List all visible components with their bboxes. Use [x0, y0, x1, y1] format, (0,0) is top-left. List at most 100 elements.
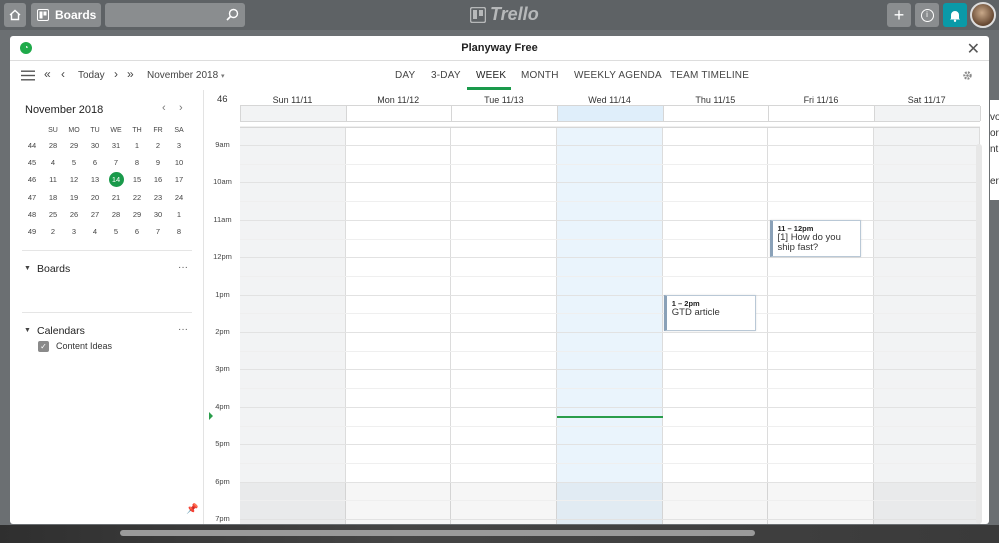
mini-calendar-day[interactable]: 8: [127, 158, 147, 167]
mini-calendar-day[interactable]: 1: [127, 141, 147, 150]
board-item-content-ideas[interactable]: Content Ideas: [56, 341, 112, 351]
mini-calendar-day[interactable]: 4: [43, 158, 63, 167]
day-header[interactable]: Sat 11/17: [874, 95, 979, 105]
day-column[interactable]: [346, 128, 452, 524]
all-day-cell[interactable]: [875, 106, 981, 121]
day-header[interactable]: Wed 11/14: [557, 95, 662, 105]
prev-icon[interactable]: ‹: [61, 67, 65, 81]
boards-menu-icon[interactable]: ···: [178, 262, 188, 273]
calendar-event[interactable]: 11 – 12pm [1] How do you ship fast?: [769, 220, 862, 257]
calendars-menu-icon[interactable]: ···: [178, 324, 188, 335]
mini-calendar-day[interactable]: 8: [169, 227, 189, 236]
next-icon[interactable]: ›: [114, 67, 118, 81]
day-column[interactable]: [451, 128, 558, 524]
mini-calendar-day[interactable]: 23: [148, 193, 168, 202]
mini-calendar-day[interactable]: 2: [43, 227, 63, 236]
week-number[interactable]: 45: [22, 158, 42, 167]
mini-calendar-day[interactable]: 19: [64, 193, 84, 202]
prev-prev-icon[interactable]: «: [44, 67, 51, 81]
all-day-cell[interactable]: [241, 106, 347, 121]
week-number[interactable]: 48: [22, 210, 42, 219]
week-number[interactable]: 49: [22, 227, 42, 236]
vertical-scrollbar[interactable]: [976, 144, 982, 524]
mini-calendar-day[interactable]: 28: [106, 210, 126, 219]
menu-icon[interactable]: [21, 70, 35, 81]
avatar[interactable]: [970, 2, 996, 28]
mini-calendar-day[interactable]: 26: [64, 210, 84, 219]
mini-prev-icon[interactable]: ‹: [162, 102, 166, 114]
all-day-row[interactable]: [240, 105, 981, 122]
week-number[interactable]: 47: [22, 193, 42, 202]
mini-calendar-day[interactable]: 9: [148, 158, 168, 167]
mini-calendar-day[interactable]: 30: [148, 210, 168, 219]
month-select[interactable]: November 2018 ▾: [147, 70, 224, 81]
day-header[interactable]: Mon 11/12: [346, 95, 451, 105]
horizontal-scrollbar[interactable]: [120, 530, 755, 536]
tab-team-timeline[interactable]: TEAM TIMELINE: [670, 70, 749, 81]
mini-calendar-day[interactable]: 13: [85, 175, 105, 184]
all-day-cell[interactable]: [558, 106, 664, 121]
calendars-section-title[interactable]: Calendars: [37, 325, 85, 337]
home-button[interactable]: [4, 3, 26, 27]
mini-calendar-day[interactable]: 17: [169, 175, 189, 184]
boards-section-title[interactable]: Boards: [37, 263, 70, 275]
mini-calendar-day[interactable]: 29: [127, 210, 147, 219]
day-column[interactable]: [557, 128, 663, 524]
mini-calendar-day[interactable]: 14: [106, 175, 126, 184]
mini-calendar-day[interactable]: 3: [64, 227, 84, 236]
checkbox-icon[interactable]: ✓: [38, 341, 49, 352]
mini-calendar-day[interactable]: 6: [85, 158, 105, 167]
close-icon[interactable]: ✕: [967, 39, 980, 59]
day-header[interactable]: Sun 11/11: [240, 95, 345, 105]
add-button[interactable]: +: [887, 3, 911, 27]
day-column[interactable]: [240, 128, 346, 524]
mini-calendar-day[interactable]: 20: [85, 193, 105, 202]
mini-calendar-day[interactable]: 12: [64, 175, 84, 184]
gear-icon[interactable]: [962, 70, 973, 81]
tab-3-day[interactable]: 3-DAY: [431, 70, 461, 81]
mini-calendar-day[interactable]: 15: [127, 175, 147, 184]
mini-calendar-day[interactable]: 11: [43, 175, 63, 184]
mini-calendar-day[interactable]: 7: [106, 158, 126, 167]
next-next-icon[interactable]: »: [127, 67, 134, 81]
all-day-cell[interactable]: [770, 106, 876, 121]
mini-calendar-day[interactable]: 18: [43, 193, 63, 202]
day-header[interactable]: Thu 11/15: [663, 95, 768, 105]
caret-down-icon[interactable]: ▼: [24, 327, 31, 334]
mini-calendar-day[interactable]: 2: [148, 141, 168, 150]
week-number[interactable]: 46: [22, 175, 42, 184]
all-day-cell[interactable]: [452, 106, 559, 121]
mini-calendar-day[interactable]: 5: [106, 227, 126, 236]
mini-calendar-day[interactable]: 3: [169, 141, 189, 150]
mini-next-icon[interactable]: ›: [179, 102, 183, 114]
mini-calendar-day[interactable]: 5: [64, 158, 84, 167]
day-header[interactable]: Fri 11/16: [769, 95, 874, 105]
caret-down-icon[interactable]: ▼: [24, 265, 31, 272]
mini-calendar-day[interactable]: 6: [127, 227, 147, 236]
day-header[interactable]: Tue 11/13: [451, 95, 556, 105]
all-day-cell[interactable]: [347, 106, 453, 121]
boards-button[interactable]: Boards: [31, 3, 101, 27]
day-column[interactable]: [874, 128, 980, 524]
mini-calendar-day[interactable]: 31: [106, 141, 126, 150]
tab-month[interactable]: MONTH: [521, 70, 559, 81]
mini-calendar-day[interactable]: 16: [148, 175, 168, 184]
day-column[interactable]: [769, 128, 875, 524]
calendar-event[interactable]: 1 – 2pm GTD article: [663, 295, 756, 332]
all-day-cell[interactable]: [664, 106, 770, 121]
mini-calendar-day[interactable]: 28: [43, 141, 63, 150]
info-button[interactable]: i: [915, 3, 939, 27]
tab-week[interactable]: WEEK: [476, 70, 506, 81]
tab-weekly-agenda[interactable]: WEEKLY AGENDA: [574, 70, 662, 81]
mini-calendar-day[interactable]: 7: [148, 227, 168, 236]
mini-calendar-day[interactable]: 21: [106, 193, 126, 202]
mini-calendar-day[interactable]: 22: [127, 193, 147, 202]
pin-icon[interactable]: 📌: [186, 504, 198, 515]
today-button[interactable]: Today: [78, 70, 105, 81]
mini-calendar-day[interactable]: 24: [169, 193, 189, 202]
mini-calendar-day[interactable]: 1: [169, 210, 189, 219]
notifications-button[interactable]: [943, 3, 967, 27]
mini-calendar-day[interactable]: 10: [169, 158, 189, 167]
search-input[interactable]: [105, 3, 245, 27]
week-number[interactable]: 44: [22, 141, 42, 150]
